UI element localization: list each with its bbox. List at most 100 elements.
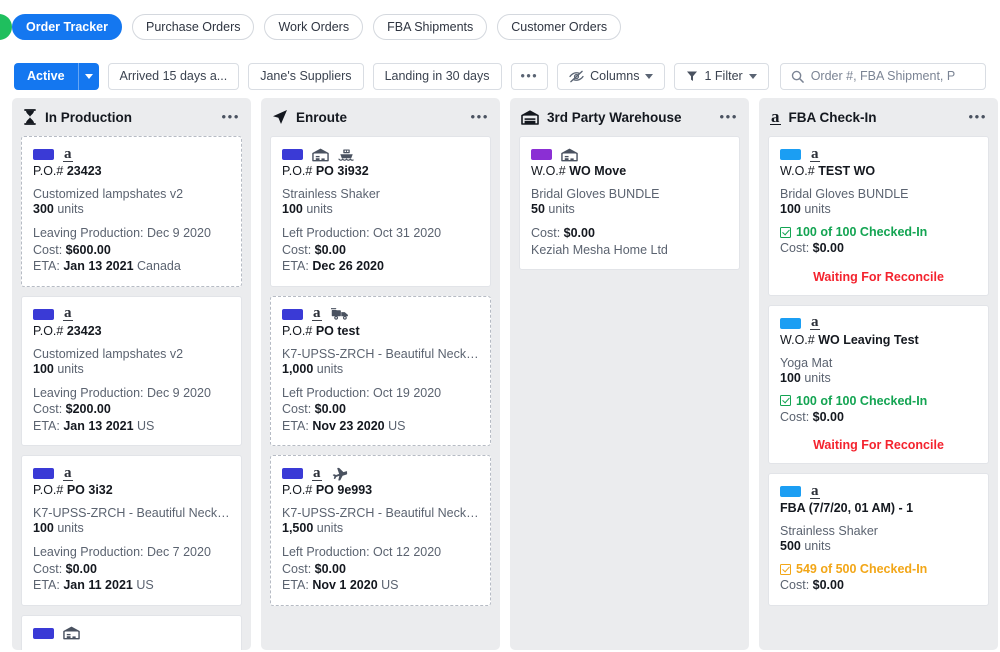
card-reference: P.O.# 23423 bbox=[33, 324, 230, 338]
search-input[interactable] bbox=[811, 69, 975, 83]
card-icon-row bbox=[531, 146, 728, 163]
card-quantity: 100 units bbox=[780, 371, 977, 385]
card-meta-suffix: US bbox=[385, 419, 406, 433]
card-meta-value: $0.00 bbox=[564, 226, 595, 240]
card-meta-line: Cost: $200.00 bbox=[33, 401, 230, 418]
card-product-name: Strainless Shaker bbox=[282, 187, 479, 201]
card-meta-label: Cost: bbox=[282, 562, 315, 576]
card-quantity-unit: units bbox=[804, 371, 830, 385]
card-reference: W.O.# TEST WO bbox=[780, 164, 977, 178]
board-column: 3rd Party Warehouse•••W.O.# WO MoveBrida… bbox=[510, 98, 749, 650]
tab-fba-shipments[interactable]: FBA Shipments bbox=[373, 14, 487, 40]
column-header: Enroute••• bbox=[261, 98, 500, 136]
card-meta-value: $200.00 bbox=[66, 402, 111, 416]
more-views-button[interactable]: ••• bbox=[511, 63, 549, 90]
card-reference-value: PO 3i932 bbox=[316, 164, 369, 178]
card-meta-line: ETA: Nov 23 2020 US bbox=[282, 418, 479, 435]
card-meta-label: Leaving Production: bbox=[33, 226, 147, 240]
tab-customer-orders[interactable]: Customer Orders bbox=[497, 14, 621, 40]
checked-in-label: 549 of 500 Checked-In bbox=[796, 562, 927, 576]
order-card[interactable]: aP.O.# PO testK7-UPSS-ZRCH - Beautiful N… bbox=[270, 296, 491, 447]
card-product-name: Yoga Mat bbox=[780, 356, 977, 370]
card-quantity-value: 100 bbox=[33, 521, 54, 535]
warehouse-dark-icon bbox=[521, 110, 539, 125]
order-card[interactable]: aW.O.# TEST WOBridal Gloves BUNDLE100 un… bbox=[768, 136, 989, 296]
card-meta-label: ETA: bbox=[33, 419, 63, 433]
column-menu-button[interactable]: ••• bbox=[720, 112, 738, 122]
card-quantity: 100 units bbox=[780, 202, 977, 216]
card-reference: P.O.# PO 9e993 bbox=[282, 483, 479, 497]
card-meta-line: Cost: $0.00 bbox=[780, 577, 977, 594]
card-reference-value: PO test bbox=[316, 324, 360, 338]
card-meta: Cost: $0.00 bbox=[780, 409, 977, 426]
card-meta-value: Dec 7 2020 bbox=[147, 545, 211, 559]
column-menu-button[interactable]: ••• bbox=[222, 112, 240, 122]
filter-button[interactable]: 1 Filter bbox=[674, 63, 768, 90]
card-product-name: K7-UPSS-ZRCH - Beautiful Neckl… bbox=[282, 347, 479, 361]
card-meta-label: Cost: bbox=[33, 562, 66, 576]
order-card[interactable]: P.O.# PO 3i932Strainless Shaker100 units… bbox=[270, 136, 491, 287]
saved-view-arrived-15-days[interactable]: Arrived 15 days a... bbox=[108, 63, 240, 90]
column-card-list: aP.O.# 23423Customized lampshates v2300 … bbox=[12, 136, 251, 650]
card-reference-label: W.O.# bbox=[780, 333, 815, 347]
order-card[interactable]: aW.O.# WO Leaving TestYoga Mat100 units1… bbox=[768, 305, 989, 465]
card-meta-line: Leaving Production: Dec 9 2020 bbox=[33, 385, 230, 402]
tab-order-tracker[interactable]: Order Tracker bbox=[12, 14, 122, 40]
card-quantity-value: 100 bbox=[780, 371, 801, 385]
card-meta-line: Leaving Production: Dec 7 2020 bbox=[33, 544, 230, 561]
channel-color-badge bbox=[282, 149, 303, 160]
card-meta-line: Left Production: Oct 12 2020 bbox=[282, 544, 479, 561]
card-meta-label: ETA: bbox=[33, 578, 63, 592]
reconcile-status: Waiting For Reconcile bbox=[780, 438, 977, 452]
column-header: aFBA Check-In••• bbox=[759, 98, 998, 136]
order-card[interactable]: aP.O.# PO 9e993K7-UPSS-ZRCH - Beautiful … bbox=[270, 455, 491, 606]
card-icon-row: a bbox=[780, 483, 977, 500]
card-reference-value: 23423 bbox=[67, 324, 102, 338]
kanban-board: In Production•••aP.O.# 23423Customized l… bbox=[0, 98, 1000, 652]
card-quantity-value: 50 bbox=[531, 202, 545, 216]
order-card[interactable] bbox=[21, 615, 242, 651]
card-reference-label: P.O.# bbox=[33, 324, 63, 338]
order-card[interactable]: aFBA (7/7/20, 01 AM) - 1Strainless Shake… bbox=[768, 473, 989, 606]
warehouse-icon bbox=[561, 148, 578, 162]
columns-button[interactable]: Columns bbox=[557, 63, 665, 90]
saved-view-landing-in-30-days[interactable]: Landing in 30 days bbox=[373, 63, 502, 90]
navigation-arrow-icon bbox=[272, 109, 288, 125]
column-menu-button[interactable]: ••• bbox=[471, 112, 489, 122]
order-card[interactable]: W.O.# WO MoveBridal Gloves BUNDLE50 unit… bbox=[519, 136, 740, 270]
card-meta-value: Dec 9 2020 bbox=[147, 226, 211, 240]
card-reference: W.O.# WO Leaving Test bbox=[780, 333, 977, 347]
column-card-list: P.O.# PO 3i932Strainless Shaker100 units… bbox=[261, 136, 500, 615]
card-meta-line: Cost: $0.00 bbox=[282, 561, 479, 578]
tab-purchase-orders[interactable]: Purchase Orders bbox=[132, 14, 254, 40]
status-active-button[interactable]: Active bbox=[14, 63, 78, 90]
card-meta-line: Left Production: Oct 31 2020 bbox=[282, 225, 479, 242]
column-menu-button[interactable]: ••• bbox=[969, 112, 987, 122]
card-quantity-unit: units bbox=[317, 362, 343, 376]
column-title: FBA Check-In bbox=[789, 110, 877, 125]
order-card[interactable]: aP.O.# 23423Customized lampshates v2300 … bbox=[21, 136, 242, 287]
card-meta-line: ETA: Jan 13 2021 US bbox=[33, 418, 230, 435]
tab-work-orders[interactable]: Work Orders bbox=[264, 14, 363, 40]
tab-overflow-left-pill[interactable] bbox=[0, 14, 12, 40]
board-column: In Production•••aP.O.# 23423Customized l… bbox=[12, 98, 251, 650]
status-dropdown-toggle[interactable] bbox=[78, 63, 99, 90]
checked-in-label: 100 of 100 Checked-In bbox=[796, 225, 927, 239]
saved-view-janes-suppliers[interactable]: Jane's Suppliers bbox=[248, 63, 363, 90]
card-meta-line: Cost: $0.00 bbox=[33, 561, 230, 578]
filter-label: 1 Filter bbox=[704, 69, 742, 83]
card-meta-value: $0.00 bbox=[315, 243, 346, 257]
card-meta-line: Cost: $0.00 bbox=[780, 240, 977, 257]
search-icon bbox=[791, 70, 804, 83]
card-meta-suffix: Canada bbox=[134, 259, 181, 273]
eye-slash-icon bbox=[569, 70, 584, 83]
checkbox-checked-icon bbox=[780, 564, 791, 575]
card-product-name: Strainless Shaker bbox=[780, 524, 977, 538]
order-card[interactable]: aP.O.# PO 3i32K7-UPSS-ZRCH - Beautiful N… bbox=[21, 455, 242, 606]
card-meta-line: ETA: Jan 13 2021 Canada bbox=[33, 258, 230, 275]
card-meta: Left Production: Oct 12 2020Cost: $0.00E… bbox=[282, 544, 479, 594]
order-card[interactable]: aP.O.# 23423Customized lampshates v2100 … bbox=[21, 296, 242, 447]
card-meta-line: Cost: $600.00 bbox=[33, 242, 230, 259]
search-box[interactable] bbox=[780, 63, 986, 90]
card-meta-value: $0.00 bbox=[66, 562, 97, 576]
